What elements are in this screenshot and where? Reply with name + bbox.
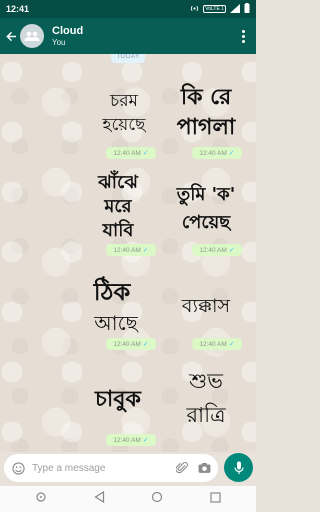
chat-title-block[interactable]: Cloud You (52, 25, 83, 47)
battery-icon (244, 3, 250, 15)
status-icons: VoLTE 1 (190, 3, 250, 15)
sticker-text: চরম (109, 91, 139, 111)
sticker-text: মরে (103, 196, 132, 217)
emoji-icon (11, 461, 25, 475)
avatar[interactable] (20, 24, 44, 48)
chat-area[interactable]: TODAY চরম হয়েছে কি রে পাগলা 12:40 AM ✓ … (0, 54, 256, 452)
mic-button[interactable] (224, 453, 253, 482)
sticker-text: চাবুক (94, 386, 142, 413)
message-meta: 12:40 AM ✓ (106, 338, 156, 350)
sticker-text: শুভ (188, 369, 223, 393)
sticker-message[interactable]: চাবুক (74, 358, 162, 436)
more-options-button[interactable] (238, 26, 248, 46)
double-tick-icon: ✓ (228, 341, 235, 348)
message-time: 12:40 AM (199, 149, 227, 157)
message-composer (4, 454, 218, 482)
message-time: 12:40 AM (113, 246, 141, 254)
chat-subtitle: You (52, 37, 66, 47)
date-chip: TODAY (111, 54, 145, 63)
double-tick-icon: ✓ (142, 437, 149, 444)
sticker-text: ঠিক (93, 276, 132, 306)
home-icon[interactable] (151, 490, 163, 508)
sticker-message[interactable]: ব্যক্কাস (162, 266, 250, 344)
sticker-text: কি রে (180, 83, 232, 110)
message-meta: 12:40 AM ✓ (192, 244, 242, 256)
paperclip-icon (176, 462, 188, 474)
sticker-message[interactable]: ঠিক আছে (72, 266, 160, 344)
message-meta: 12:40 AM ✓ (192, 338, 242, 350)
sticker-text: রাত্রি (185, 403, 226, 427)
camera-button[interactable] (196, 460, 212, 476)
hotspot-icon (190, 4, 199, 15)
overview-icon[interactable] (210, 490, 221, 508)
chat-title: Cloud (52, 25, 84, 38)
chat-header: Cloud You (0, 18, 256, 54)
message-time: 12:40 AM (199, 340, 227, 348)
message-meta: 12:40 AM ✓ (106, 244, 156, 256)
message-time: 12:40 AM (113, 436, 141, 444)
emoji-button[interactable] (10, 460, 26, 476)
double-tick-icon: ✓ (142, 150, 149, 157)
sticker-text: তুমি 'ক' (176, 183, 236, 206)
message-time: 12:40 AM (113, 340, 141, 348)
status-bar: 12:41 VoLTE 1 (0, 0, 256, 18)
sticker-text: পেয়েছ (182, 212, 232, 233)
sticker-text: পাগলা (177, 114, 237, 140)
sticker-message[interactable]: চরম হয়েছে (80, 70, 168, 148)
back-button[interactable] (4, 26, 18, 46)
double-tick-icon: ✓ (228, 247, 235, 254)
attach-button[interactable] (174, 460, 190, 476)
group-icon (24, 31, 40, 41)
sticker-text: ব্যক্কাস (181, 295, 231, 317)
camera-icon (198, 462, 210, 473)
recent-apps-icon[interactable] (35, 490, 47, 508)
sticker-text: হয়েছে (102, 115, 148, 135)
arrow-left-icon (5, 31, 16, 41)
sticker-text: যাবি (102, 219, 135, 241)
sticker-message[interactable]: তুমি 'ক' পেয়েছ (162, 170, 250, 248)
status-time: 12:41 (6, 4, 30, 14)
volte-badge: VoLTE 1 (203, 5, 226, 13)
mic-icon (233, 461, 244, 474)
double-tick-icon: ✓ (142, 341, 149, 348)
double-tick-icon: ✓ (142, 247, 149, 254)
signal-icon (230, 3, 240, 15)
message-meta: 12:40 AM ✓ (106, 434, 156, 446)
system-nav-bar (0, 486, 256, 512)
sticker-message[interactable]: ঝাঁঝে মরে যাবি (74, 166, 162, 244)
message-input[interactable] (32, 462, 174, 474)
message-time: 12:40 AM (113, 149, 141, 157)
sticker-message[interactable]: শুভ রাত্রি (162, 358, 250, 436)
message-meta: 12:40 AM ✓ (106, 147, 156, 159)
sticker-text: আছে (93, 311, 139, 335)
message-meta: 12:40 AM ✓ (192, 147, 242, 159)
message-time: 12:40 AM (199, 246, 227, 254)
more-vert-icon (241, 29, 245, 33)
sticker-message[interactable]: কি রে পাগলা (162, 68, 250, 146)
back-nav-icon[interactable] (94, 490, 105, 508)
double-tick-icon: ✓ (228, 150, 235, 157)
sticker-text: ঝাঁঝে (97, 170, 139, 193)
